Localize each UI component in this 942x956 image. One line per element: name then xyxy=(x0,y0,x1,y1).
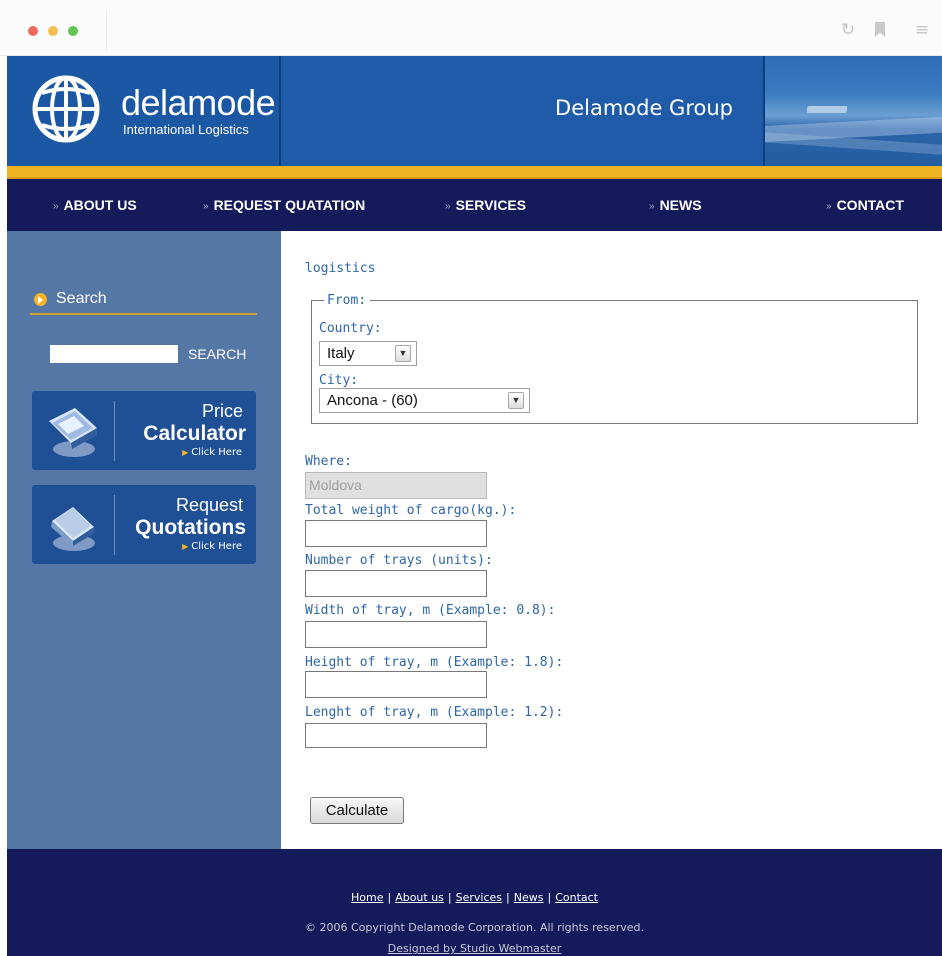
price-calculator-button[interactable]: Price Calculator ▶ Click Here xyxy=(32,391,256,470)
nav-about-us[interactable]: » ABOUT US xyxy=(53,179,137,231)
chevron-down-icon[interactable]: ▼ xyxy=(395,345,411,362)
footer-separator: | xyxy=(547,891,552,904)
nav-arrow-icon: » xyxy=(203,201,209,212)
nav-arrow-icon: » xyxy=(649,201,655,212)
tray-height-label: Height of tray, m (Example: 1.8): xyxy=(305,655,564,670)
bookmark-icon[interactable] xyxy=(875,22,885,37)
price-calculator-form: logistics From: Country: Italy ▼ City: A… xyxy=(281,231,942,849)
country-select[interactable]: Italy ▼ xyxy=(319,341,417,366)
footer-link-news[interactable]: News xyxy=(514,891,544,904)
calculate-button[interactable]: Calculate xyxy=(310,797,404,824)
price-calculator-cta: ▶ Click Here xyxy=(182,447,242,459)
tray-height-input[interactable] xyxy=(305,671,487,698)
city-label: City: xyxy=(319,373,359,388)
cta-arrow-icon: ▶ xyxy=(182,448,189,457)
nav-news[interactable]: » NEWS xyxy=(649,179,702,231)
footer-link-contact[interactable]: Contact xyxy=(555,891,598,904)
site-header: delamode International Logistics Delamod… xyxy=(7,56,942,166)
nav-label: ABOUT US xyxy=(63,197,137,213)
nav-label: SERVICES xyxy=(455,197,527,213)
chevron-down-icon[interactable]: ▼ xyxy=(508,392,524,409)
number-of-trays-label: Number of trays (units): xyxy=(305,553,493,568)
cta-label: Click Here xyxy=(191,447,242,458)
search-button[interactable]: SEARCH xyxy=(188,345,246,363)
from-fieldset: From: Country: Italy ▼ City: Ancona - (6… xyxy=(311,293,918,424)
tray-width-label: Width of tray, m (Example: 0.8): xyxy=(305,603,556,618)
logo-subtitle: International Logistics xyxy=(123,122,249,137)
where-field[interactable]: Moldova xyxy=(305,472,487,499)
price-calculator-line2: Calculator xyxy=(143,422,246,445)
number-of-trays-input[interactable] xyxy=(305,570,487,597)
close-window-dot[interactable] xyxy=(28,26,38,36)
browser-chrome: ↻ ≡ xyxy=(0,0,942,56)
header-title-panel: Delamode Group xyxy=(281,56,761,166)
request-quotations-line1: Request xyxy=(175,495,243,515)
promo-divider xyxy=(114,401,115,461)
logo-panel[interactable]: delamode International Logistics xyxy=(7,56,281,166)
designed-by-link[interactable]: Designed by Studio Webmaster xyxy=(7,942,942,955)
copyright-text: © 2006 Copyright Delamode Corporation. A… xyxy=(305,921,644,934)
city-selected-value: Ancona - (60) xyxy=(327,392,418,409)
site-footer: Home | About us | Services | News | Contact © 20… xyxy=(7,849,942,956)
tray-width-input[interactable] xyxy=(305,621,487,648)
nav-label: CONTACT xyxy=(836,197,904,213)
total-weight-label: Total weight of cargo(kg.): xyxy=(305,503,517,518)
maximize-window-dot[interactable] xyxy=(68,26,78,36)
city-select[interactable]: Ancona - (60) ▼ xyxy=(319,388,530,413)
price-calculator-line1: Price xyxy=(201,401,243,421)
document-icon xyxy=(51,507,95,551)
nav-label: REQUEST QUATATION xyxy=(213,197,366,213)
logistics-link[interactable]: logistics xyxy=(305,261,375,276)
nav-label: NEWS xyxy=(659,197,702,213)
toolbar-divider xyxy=(106,10,107,50)
reload-icon[interactable]: ↻ xyxy=(838,20,858,40)
header-sea-image xyxy=(763,56,942,166)
request-quotations-button[interactable]: Request Quotations ▶ Click Here xyxy=(32,485,256,564)
footer-separator: | xyxy=(506,891,510,904)
request-quotations-line2: Quotations xyxy=(135,516,246,539)
total-weight-input[interactable] xyxy=(305,520,487,547)
ship-shape xyxy=(806,106,848,113)
request-quotations-cta: ▶ Click Here xyxy=(182,541,242,553)
footer-link-home[interactable]: Home xyxy=(351,891,383,904)
nav-arrow-icon: » xyxy=(445,201,451,212)
search-heading-label: Search xyxy=(56,290,107,307)
calculator-icon xyxy=(49,408,97,457)
tray-length-input[interactable] xyxy=(305,723,487,748)
nav-arrow-icon: » xyxy=(826,201,832,212)
footer-separator: | xyxy=(387,891,392,904)
footer-navigation: Home | About us | Services | News | Contact xyxy=(7,891,942,904)
from-legend: From: xyxy=(324,293,371,308)
search-input[interactable] xyxy=(50,345,178,363)
sidebar-search-heading: Search xyxy=(30,290,257,315)
minimize-window-dot[interactable] xyxy=(48,26,58,36)
cta-arrow-icon: ▶ xyxy=(182,542,189,551)
site-title: Delamode Group xyxy=(555,96,733,120)
where-label: Where: xyxy=(305,454,352,469)
footer-link-services[interactable]: Services xyxy=(456,891,502,904)
nav-services[interactable]: » SERVICES xyxy=(445,179,526,231)
footer-link-about-us[interactable]: About us xyxy=(395,891,444,904)
cta-label: Click Here xyxy=(191,541,242,552)
main-navigation: » ABOUT US » REQUEST QUATATION » SERVICES »… xyxy=(7,179,942,231)
globe-logo-icon xyxy=(32,75,100,143)
promo-divider xyxy=(114,495,115,555)
nav-arrow-icon: » xyxy=(53,201,59,212)
nav-request-quatation[interactable]: » REQUEST QUATATION xyxy=(203,179,365,231)
country-label: Country: xyxy=(319,321,382,336)
logo-name[interactable]: delamode xyxy=(121,84,276,122)
nav-contact[interactable]: » CONTACT xyxy=(826,179,904,231)
country-selected-value: Italy xyxy=(327,345,355,362)
left-sidebar: Search SEARCH Price Calculator ▶ Click He… xyxy=(7,231,281,849)
menu-icon[interactable]: ≡ xyxy=(912,20,932,40)
search-badge-icon xyxy=(34,293,47,306)
footer-separator: | xyxy=(447,891,452,904)
gold-accent-bar xyxy=(7,166,942,179)
tray-length-label: Lenght of tray, m (Example: 1.2): xyxy=(305,705,564,720)
